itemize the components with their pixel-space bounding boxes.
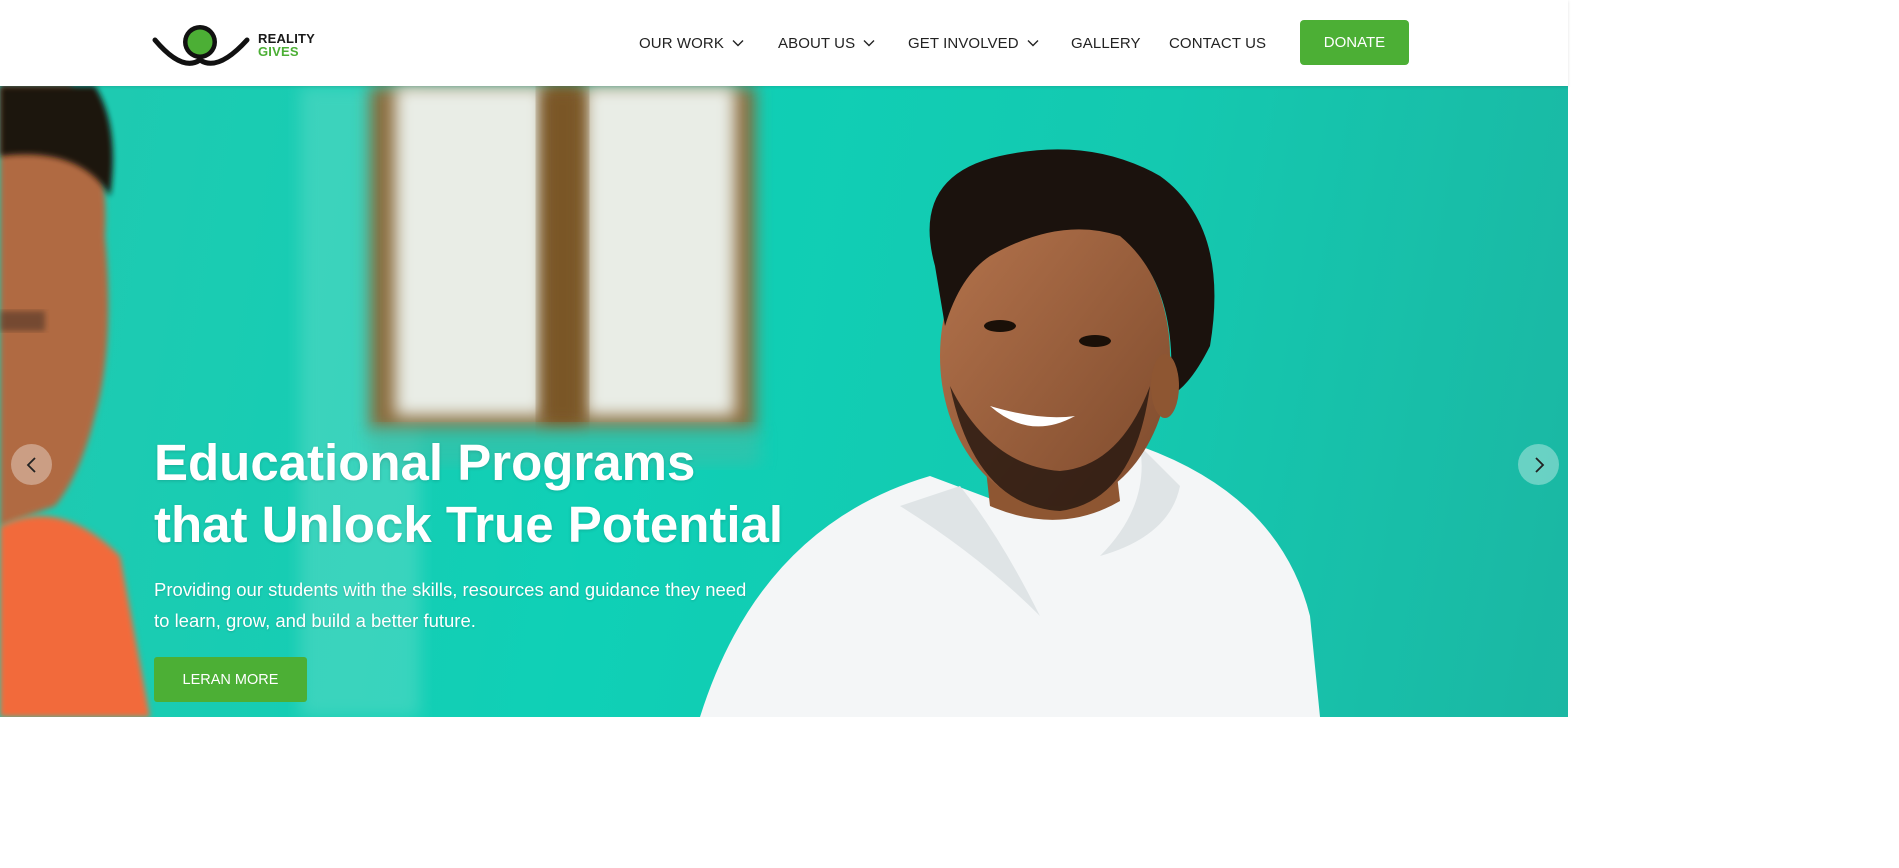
hero-title-line-2: that Unlock True Potential: [154, 496, 784, 553]
nav-label: GALLERY: [1071, 34, 1141, 52]
site-logo[interactable]: REALITY GIVES: [152, 20, 327, 66]
nav-item-gallery[interactable]: GALLERY: [1071, 33, 1141, 53]
chevron-down-icon: [863, 40, 875, 47]
hero-title-line-1: Educational Programs: [154, 434, 696, 491]
slider-prev-button[interactable]: [11, 444, 52, 485]
hero-slider: Educational Programs that Unlock True Po…: [0, 86, 1568, 717]
chevron-down-icon: [1027, 40, 1039, 47]
nav-label: OUR WORK: [639, 34, 724, 52]
chevron-left-icon: [26, 456, 36, 473]
nav-item-get-involved[interactable]: GET INVOLVED: [908, 33, 1039, 53]
nav-item-our-work[interactable]: OUR WORK: [639, 33, 744, 53]
nav-label: CONTACT US: [1169, 34, 1267, 52]
nav-label: GET INVOLVED: [908, 34, 1019, 52]
hero-title: Educational Programs that Unlock True Po…: [154, 432, 874, 556]
donate-button[interactable]: DONATE: [1300, 20, 1409, 65]
nav-item-about-us[interactable]: ABOUT US: [778, 33, 875, 53]
logo-line-2: GIVES: [258, 44, 299, 59]
nav-label: ABOUT US: [778, 34, 856, 52]
logo-eye-icon: [152, 25, 250, 66]
site-header: REALITY GIVES OUR WORK ABOUT US GET INVO…: [0, 0, 1568, 86]
slider-next-button[interactable]: [1518, 444, 1559, 485]
logo-wordmark: REALITY GIVES: [258, 32, 315, 58]
chevron-down-icon: [732, 40, 744, 47]
chevron-right-icon: [1534, 456, 1544, 473]
learn-more-button[interactable]: LERAN MORE: [154, 657, 307, 702]
nav-item-contact-us[interactable]: CONTACT US: [1169, 33, 1266, 53]
hero-subtitle: Providing our students with the skills, …: [154, 579, 747, 631]
